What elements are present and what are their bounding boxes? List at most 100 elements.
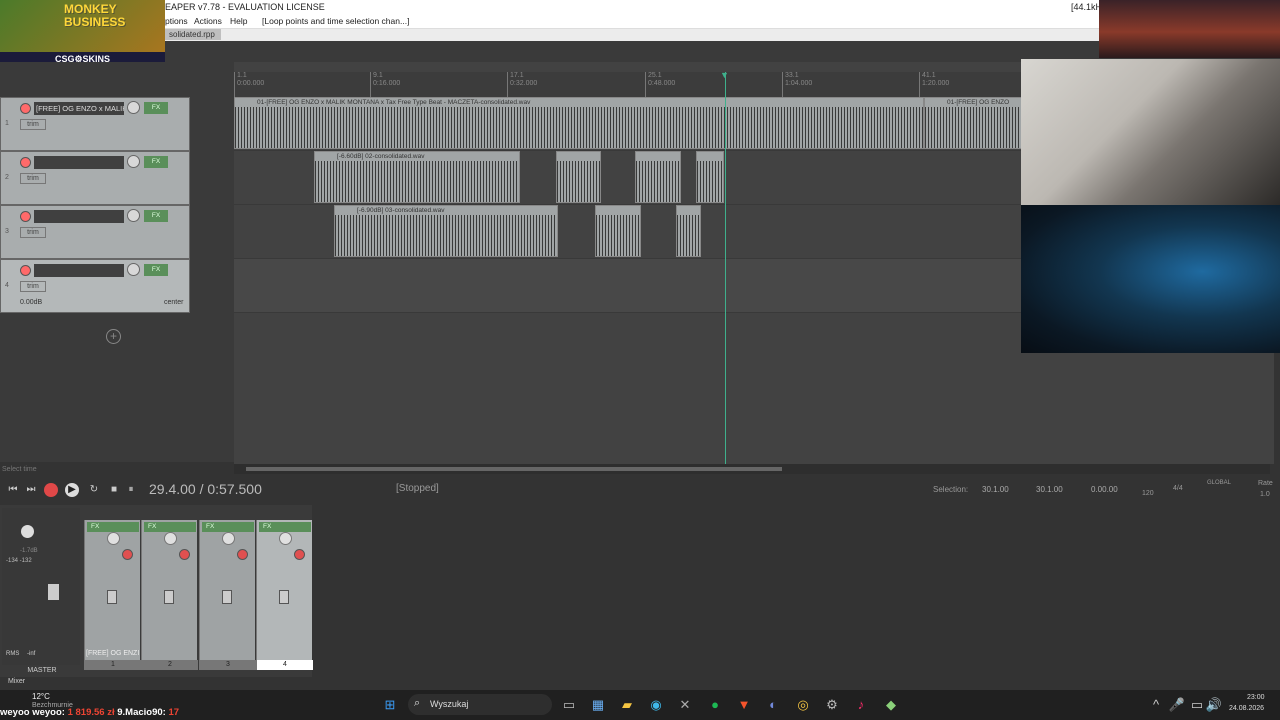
trim-button[interactable]: trim xyxy=(20,281,46,292)
tray-chevron-icon[interactable]: ^ xyxy=(1147,697,1165,713)
reaper-icon[interactable]: ◆ xyxy=(882,697,900,713)
weather-temp[interactable]: 12°C xyxy=(32,692,50,701)
volume-icon[interactable]: 🔊 xyxy=(1205,697,1223,713)
volume-knob[interactable] xyxy=(127,209,140,222)
rate-label: Rate xyxy=(1258,480,1273,487)
fx-button[interactable]: FX xyxy=(144,264,168,276)
playhead-marker-icon[interactable]: ▼ xyxy=(720,70,729,80)
network-icon[interactable]: ▭ xyxy=(1188,697,1206,713)
trim-button[interactable]: trim xyxy=(20,173,46,184)
microphone-icon[interactable]: 🎤 xyxy=(1168,697,1186,713)
fx-button[interactable]: FX xyxy=(144,210,168,222)
track-number: 3 xyxy=(5,228,9,235)
scroll-thumb[interactable] xyxy=(246,467,782,471)
ruler-marker: 33.1 1:04.000 xyxy=(782,72,812,98)
settings-icon[interactable]: ⚙ xyxy=(823,697,841,713)
store-icon[interactable]: ▦ xyxy=(589,697,607,713)
pause-button[interactable]: ⏸ xyxy=(124,483,138,497)
track-4[interactable]: FX trim 4 0.00dB center xyxy=(0,259,190,313)
chrome-icon[interactable]: ◎ xyxy=(794,697,812,713)
mixer-strip-2[interactable]: FX 2 xyxy=(141,520,198,670)
track-name[interactable] xyxy=(34,156,124,169)
track-name[interactable] xyxy=(34,264,124,277)
play-button[interactable]: ▶ xyxy=(65,483,79,497)
master-fader[interactable] xyxy=(48,584,59,600)
track-2[interactable]: FX trim 2 xyxy=(0,151,190,205)
media-item[interactable] xyxy=(635,151,681,203)
trim-button[interactable]: trim xyxy=(20,119,46,130)
bpm-readout[interactable]: 120 xyxy=(1142,490,1154,497)
window-title: EAPER v7.78 - EVALUATION LICENSE xyxy=(165,2,325,12)
clock-time[interactable]: 23:00 xyxy=(1247,694,1265,701)
mixer-strip-4[interactable]: FX 4 xyxy=(256,520,313,670)
add-track-icon[interactable]: + xyxy=(106,329,121,344)
media-item[interactable]: 01-[FREE] OG ENZO x MALIK MONTANA x Tax … xyxy=(234,97,924,149)
record-arm-button[interactable] xyxy=(20,157,31,168)
menu-actions[interactable]: Actions xyxy=(194,16,222,26)
edge-icon[interactable]: ◉ xyxy=(647,697,665,713)
rate-value[interactable]: 1.0 xyxy=(1260,491,1270,498)
record-arm-button[interactable] xyxy=(20,211,31,222)
media-item[interactable] xyxy=(676,205,701,257)
repeat-icon[interactable]: ↻ xyxy=(87,483,101,497)
ruler-marker: 1.1 0:00.000 xyxy=(234,72,264,98)
stop-button[interactable]: ■ xyxy=(107,483,121,497)
media-item[interactable] xyxy=(595,205,641,257)
spotify-icon[interactable]: ● xyxy=(706,697,724,713)
menu-status: [Loop points and time selection chan...] xyxy=(262,16,410,26)
track-name[interactable] xyxy=(34,210,124,223)
menu-help[interactable]: Help xyxy=(230,16,247,26)
time-display: 29.4.00 / 0:57.500 xyxy=(149,481,262,497)
fx-button[interactable]: FX xyxy=(144,156,168,168)
play-state: [Stopped] xyxy=(396,483,439,494)
menu-options[interactable]: ptions xyxy=(165,16,188,26)
track-name[interactable]: [FREE] OG ENZO x MALIK xyxy=(34,102,124,115)
volume-knob[interactable] xyxy=(127,263,140,276)
media-item[interactable] xyxy=(696,151,724,203)
mixer-strip-1[interactable]: FX 1 xyxy=(84,520,141,670)
record-button[interactable]: ● xyxy=(44,483,58,497)
stream-overlay-art xyxy=(1099,0,1280,58)
go-to-start-icon[interactable]: ⏮ xyxy=(6,483,20,497)
select-time-hint: Select time xyxy=(2,466,37,473)
task-view-icon[interactable]: ▭ xyxy=(560,697,578,713)
file-explorer-icon[interactable]: ▰ xyxy=(618,697,636,713)
track-3[interactable]: FX trim 3 xyxy=(0,205,190,259)
brave-icon[interactable]: ▼ xyxy=(735,697,753,713)
master-volume-readout: -1.7dB xyxy=(20,548,38,554)
mixer-strip-3[interactable]: FX 3 xyxy=(199,520,256,670)
time-signature[interactable]: 4/4 xyxy=(1173,485,1183,492)
media-item[interactable]: [-6.60dB] 02-consolidated.wav xyxy=(314,151,520,203)
go-to-end-icon[interactable]: ⏭ xyxy=(24,483,38,497)
discord-icon[interactable]: ◐ xyxy=(764,697,782,713)
volume-knob[interactable] xyxy=(127,155,140,168)
menu-bar: ptions Actions Help [Loop points and tim… xyxy=(0,15,1280,29)
windows-start-icon[interactable]: ⊞ xyxy=(381,697,399,713)
selection-label: Selection: xyxy=(933,485,969,494)
trim-button[interactable]: trim xyxy=(20,227,46,238)
selection-end[interactable]: 30.1.00 xyxy=(1036,485,1063,494)
tiktok-icon[interactable]: ♪ xyxy=(852,697,870,713)
fx-button[interactable]: FX xyxy=(144,102,168,114)
master-volume-knob[interactable] xyxy=(21,525,34,538)
volume-knob[interactable] xyxy=(127,101,140,114)
master-strip[interactable]: -1.7dB -134 -132 RMS -inf xyxy=(2,508,80,668)
mixer-tab[interactable]: Mixer xyxy=(8,678,25,685)
record-arm-button[interactable] xyxy=(20,265,31,276)
selection-length[interactable]: 0.00.00 xyxy=(1091,485,1118,494)
record-arm-button[interactable] xyxy=(20,103,31,114)
master-rms-readout: -inf xyxy=(27,651,36,657)
xbox-icon[interactable]: ✕ xyxy=(676,697,694,713)
selection-start[interactable]: 30.1.00 xyxy=(982,485,1009,494)
project-tab[interactable]: solidated.rpp xyxy=(163,29,221,40)
track-number: 1 xyxy=(5,120,9,127)
taskbar-search[interactable]: Wyszukaj xyxy=(408,694,552,715)
clock-date[interactable]: 24.08.2026 xyxy=(1229,705,1264,712)
media-item[interactable]: 01-[FREE] OG ENZO xyxy=(924,97,1024,149)
horizontal-scrollbar[interactable] xyxy=(234,464,1270,474)
media-item[interactable] xyxy=(556,151,601,203)
media-item[interactable]: [-6.90dB] 03-consolidated.wav xyxy=(334,205,558,257)
edit-cursor[interactable] xyxy=(725,72,726,465)
track-1[interactable]: [FREE] OG ENZO x MALIK FX trim 1 xyxy=(0,97,190,151)
master-peak-readout: -134 -132 xyxy=(6,558,32,564)
